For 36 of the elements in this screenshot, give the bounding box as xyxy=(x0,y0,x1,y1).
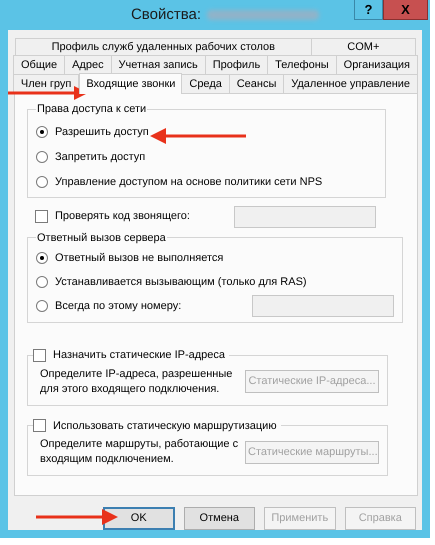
window-title: Свойства: xyxy=(130,4,202,25)
tab[interactable]: Профиль служб удаленных рабочих столов xyxy=(15,38,312,55)
radio-button[interactable] xyxy=(36,276,48,288)
tab[interactable]: Организация xyxy=(336,55,418,74)
tab[interactable]: COM+ xyxy=(310,38,416,55)
radio-button[interactable] xyxy=(36,300,48,312)
description: Определите маршруты, работающие с входящим подключением. xyxy=(40,437,240,467)
radio-label: Всегда по этому номеру: xyxy=(55,298,182,314)
radio-button[interactable] xyxy=(36,151,48,163)
dialog-button[interactable]: OK xyxy=(103,507,175,530)
group-title: Права доступа к сети xyxy=(36,102,148,117)
radio-button[interactable] xyxy=(36,252,48,264)
radio-label: Разрешить доступ xyxy=(55,124,149,140)
checkbox-label: Назначить статические IP-адреса xyxy=(53,348,226,363)
caller-id-field[interactable] xyxy=(234,206,376,228)
tab[interactable]: Общие xyxy=(13,55,66,74)
radio-label: Запретить доступ xyxy=(55,150,146,165)
tab[interactable]: Удаленное управление xyxy=(283,74,418,93)
checkbox[interactable] xyxy=(33,348,46,362)
close-button[interactable]: X xyxy=(383,0,428,20)
radio-label: Управление доступом на основе политики сети NPS xyxy=(55,174,322,190)
tab[interactable]: Член груп xyxy=(13,74,80,93)
group-title: Ответный вызов сервера xyxy=(36,230,167,246)
checkbox[interactable] xyxy=(33,419,46,432)
tab[interactable]: Входящие звонки xyxy=(79,73,182,94)
radio-button[interactable] xyxy=(36,126,48,138)
help-button[interactable]: ? xyxy=(354,0,383,20)
radio-button[interactable] xyxy=(36,176,48,188)
checkbox[interactable] xyxy=(35,210,48,223)
description: Определите IP-адреса, разрешенные для этого входящего подключения. xyxy=(40,366,234,396)
radio-label: Ответный вызов не выполняется xyxy=(55,250,224,266)
checkbox-label: Использовать статическую маршрутизацию xyxy=(53,418,277,434)
phone-number-field[interactable] xyxy=(252,295,394,317)
dialog-button[interactable]: Отмена xyxy=(184,507,256,530)
radio-label: Устанавливается вызывающим (только для RAS) xyxy=(55,274,307,290)
checkbox-label: Проверять код звонящего: xyxy=(55,209,190,224)
